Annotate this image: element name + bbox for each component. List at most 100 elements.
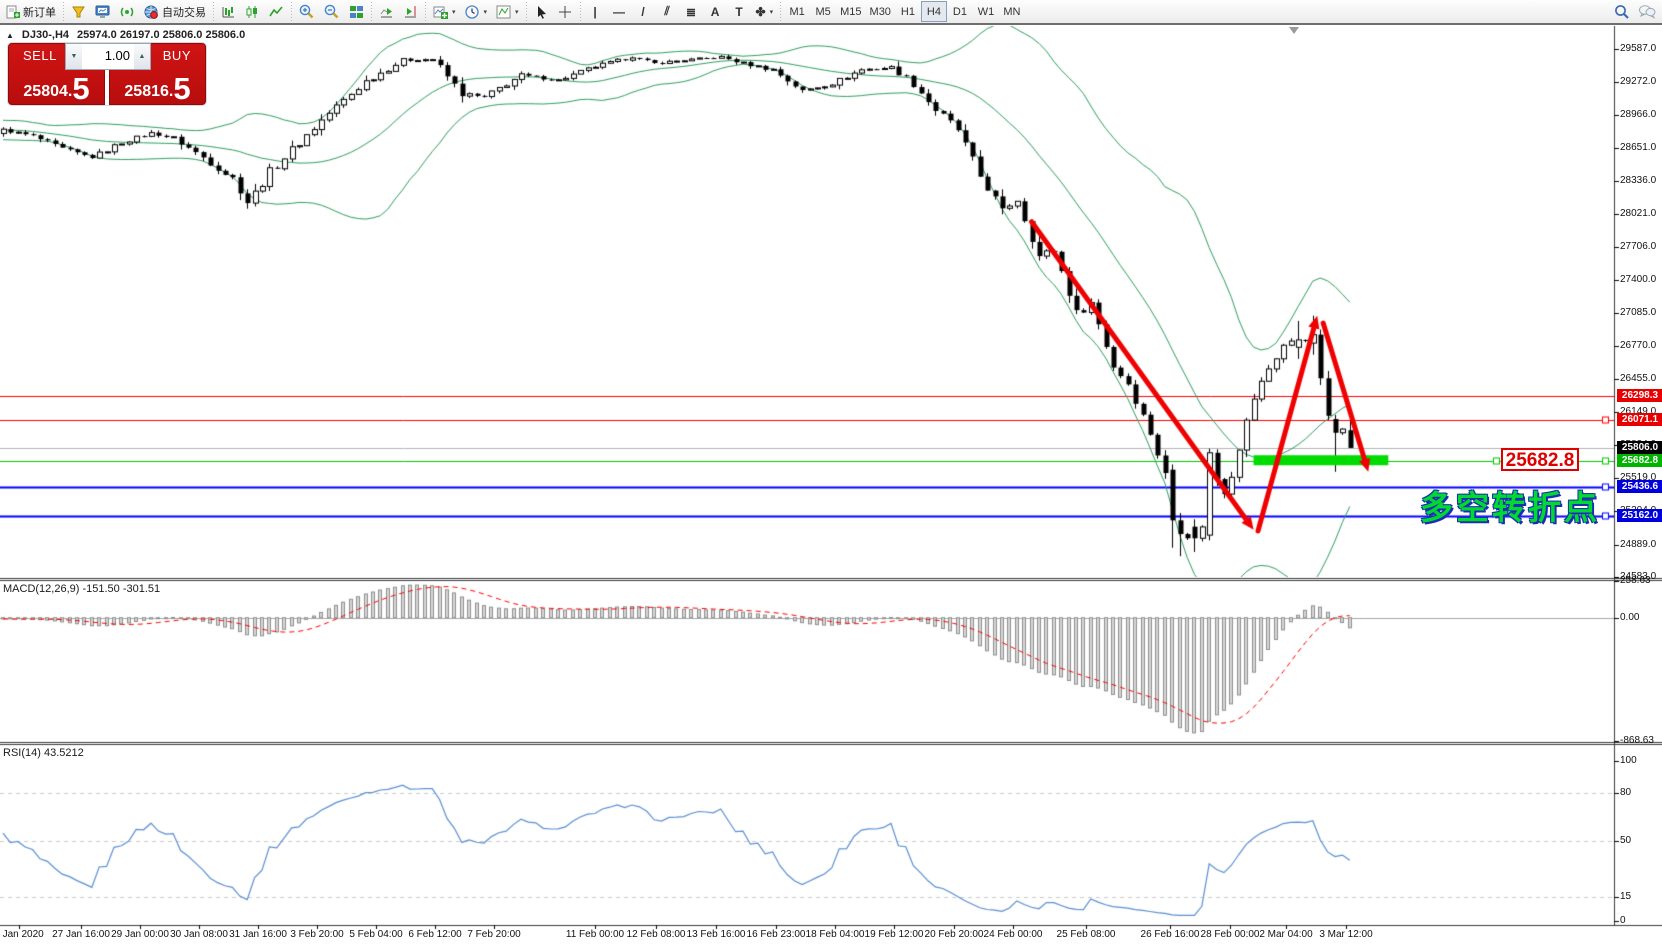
- search-icon[interactable]: [1610, 1, 1634, 22]
- sell-price: 25804.5: [9, 76, 104, 102]
- chevron-down-icon: ▾: [484, 8, 488, 16]
- periods-button[interactable]: ▾: [461, 1, 492, 22]
- sell-label: SELL: [23, 48, 57, 63]
- chart-canvas[interactable]: [0, 0, 1662, 944]
- time-axis-label: 19 Feb 12:00: [865, 929, 924, 940]
- volume-input[interactable]: 1.00: [82, 44, 134, 69]
- tile-windows-icon[interactable]: [345, 1, 368, 22]
- chat-icon[interactable]: [1634, 1, 1660, 22]
- toolbar-separator: [63, 2, 64, 22]
- autotrading-button[interactable]: 自动交易: [140, 1, 210, 22]
- symbol-marker-icon: ▲: [6, 31, 14, 40]
- symbol-ohlc: 25974.0 26197.0 25806.0 25806.0: [77, 29, 245, 41]
- crosshair-icon[interactable]: [554, 1, 577, 22]
- volume-box: ▼ 1.00 ▲: [65, 43, 151, 70]
- time-axis-label: 7 Feb 20:00: [467, 929, 520, 940]
- chevron-down-icon: ▾: [770, 8, 774, 16]
- price-line-label: 26071.1: [1617, 413, 1662, 426]
- toolbar-separator: [425, 2, 426, 22]
- price-tick-label: 29272.0: [1620, 76, 1656, 87]
- macd-axis-label: -868.63: [1620, 735, 1654, 746]
- one-click-trading-panel: SELL 25804.5 BUY 25816.5 ▼ 1.00 ▲: [8, 43, 206, 105]
- price-tick-label: 28021.0: [1620, 208, 1656, 219]
- time-axis-label: 6 Feb 12:00: [408, 929, 461, 940]
- price-line-label: 25682.8: [1617, 454, 1662, 467]
- channel-tool[interactable]: ⫽: [656, 1, 679, 22]
- toolbar-separator: [526, 2, 527, 22]
- chart-shift-icon[interactable]: [399, 1, 422, 22]
- time-axis-label: 11 Feb 00:00: [566, 929, 624, 940]
- zoom-in-icon[interactable]: [295, 1, 319, 22]
- volume-decrease-button[interactable]: ▼: [66, 44, 82, 69]
- zoom-out-icon[interactable]: [320, 1, 344, 22]
- trendline-tool[interactable]: /: [632, 1, 655, 22]
- macd-axis-label: 258.63: [1620, 575, 1651, 586]
- price-tick-label: 29587.0: [1620, 43, 1656, 54]
- text-tool[interactable]: A: [704, 1, 727, 22]
- time-axis-label: 16 Feb 23:00: [747, 929, 806, 940]
- candlestick-mode-icon[interactable]: [241, 1, 264, 22]
- price-tick-label: 27085.0: [1620, 307, 1656, 318]
- label-tool[interactable]: T: [728, 1, 751, 22]
- timeframe-m15[interactable]: M15: [836, 1, 865, 22]
- funnel-icon[interactable]: [67, 1, 90, 22]
- volume-increase-button[interactable]: ▲: [134, 44, 150, 69]
- toolbar-separator: [780, 2, 781, 22]
- autotrading-icon: [144, 5, 159, 19]
- timeframe-m1[interactable]: M1: [784, 1, 810, 22]
- line-chart-mode-icon[interactable]: [265, 1, 288, 22]
- timeframe-mn[interactable]: MN: [999, 1, 1025, 22]
- new-order-button[interactable]: 新订单: [2, 1, 60, 22]
- signal-icon[interactable]: [116, 1, 139, 22]
- time-axis-label: 31 Jan 16:00: [229, 929, 287, 940]
- arrows-tool[interactable]: ✤ ▾: [752, 1, 778, 22]
- fibonacci-tool[interactable]: ≣: [680, 1, 703, 22]
- rsi-axis-label: 80: [1620, 787, 1631, 798]
- rsi-indicator-label: RSI(14) 43.5212: [3, 747, 84, 759]
- timeframe-h1[interactable]: H1: [895, 1, 921, 22]
- time-axis-label: 24 Feb 00:00: [984, 929, 1043, 940]
- price-tick-label: 28651.0: [1620, 142, 1656, 153]
- toolbar-separator: [291, 2, 292, 22]
- templates-button[interactable]: ▾: [492, 1, 523, 22]
- price-tick-label: 27400.0: [1620, 274, 1656, 285]
- time-axis-label: 20 Feb 20:00: [925, 929, 984, 940]
- time-axis-label: 4 Jan 2020: [0, 929, 44, 940]
- cursor-icon[interactable]: [530, 1, 553, 22]
- timeframe-bar: M1M5M15M30H1H4D1W1MN: [784, 1, 1025, 22]
- timeframe-m5[interactable]: M5: [810, 1, 836, 22]
- price-tick-label: 27706.0: [1620, 241, 1656, 252]
- symbol-name: DJ30-,H4: [22, 29, 69, 41]
- bar-chart-mode-icon[interactable]: [217, 1, 240, 22]
- terminal-icon[interactable]: [91, 1, 115, 22]
- toolbar-separator: [213, 2, 214, 22]
- time-axis-label: 3 Mar 12:00: [1319, 929, 1372, 940]
- chart-shift-marker[interactable]: [1289, 27, 1299, 34]
- timeframe-w1[interactable]: W1: [973, 1, 999, 22]
- price-tick-label: 24889.0: [1620, 539, 1656, 550]
- timeframe-m30[interactable]: M30: [866, 1, 895, 22]
- vertical-line-tool[interactable]: |: [584, 1, 607, 22]
- price-line-label: 25806.0: [1617, 441, 1662, 454]
- buy-label: BUY: [163, 48, 191, 63]
- new-order-label: 新订单: [23, 4, 56, 20]
- time-axis-label: 3 Feb 20:00: [290, 929, 343, 940]
- time-axis-label: 13 Feb 16:00: [687, 929, 746, 940]
- buy-price: 25816.5: [110, 76, 205, 102]
- timeframe-d1[interactable]: D1: [947, 1, 973, 22]
- auto-scroll-icon[interactable]: [375, 1, 398, 22]
- timeframe-h4[interactable]: H4: [921, 1, 947, 22]
- add-indicator-button[interactable]: ▾: [429, 1, 460, 22]
- price-tick-label: 28336.0: [1620, 175, 1656, 186]
- mt4-window: { "toolbar": { "new_order_label": "新订单",…: [0, 0, 1662, 944]
- macd-indicator-label: MACD(12,26,9) -151.50 -301.51: [3, 583, 160, 595]
- rsi-axis-label: 0: [1620, 915, 1626, 926]
- time-axis-label: 2 Mar 04:00: [1259, 929, 1312, 940]
- price-tick-label: 26770.0: [1620, 340, 1656, 351]
- time-axis-label: 18 Feb 04:00: [806, 929, 865, 940]
- price-tag-annotation[interactable]: 25682.8: [1501, 448, 1579, 471]
- chevron-down-icon: ▾: [452, 8, 456, 16]
- horizontal-line-tool[interactable]: —: [608, 1, 631, 22]
- rsi-axis-label: 100: [1620, 755, 1637, 766]
- time-axis-label: 12 Feb 08:00: [627, 929, 686, 940]
